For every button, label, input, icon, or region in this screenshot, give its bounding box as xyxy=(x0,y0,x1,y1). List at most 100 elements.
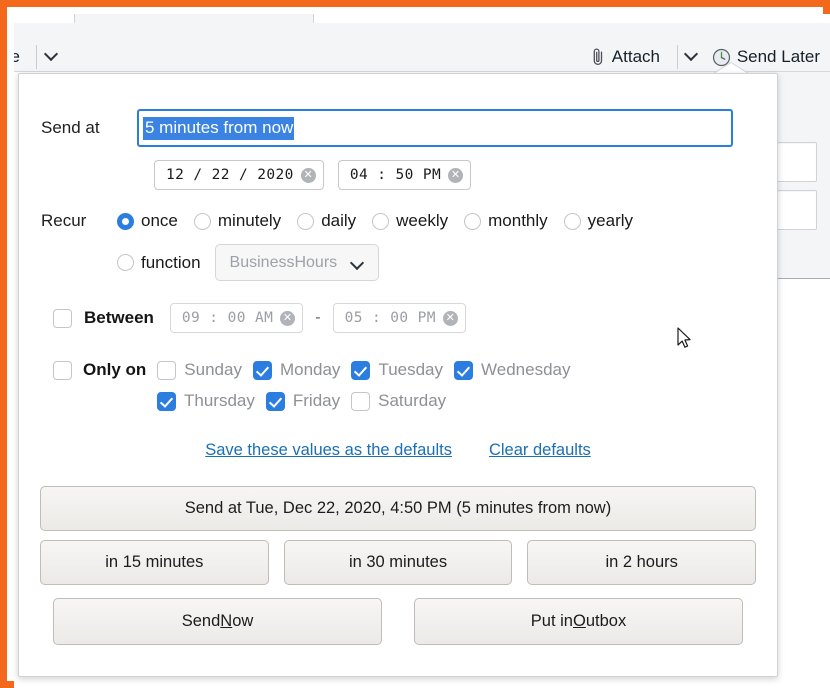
radio-label: weekly xyxy=(396,211,449,230)
send-at-main-button[interactable]: Send at Tue, Dec 22, 2020, 4:50 PM (5 mi… xyxy=(40,486,756,531)
attach-dropdown[interactable] xyxy=(685,47,698,64)
radio-label: minutely xyxy=(217,211,282,230)
radio-label: daily xyxy=(321,211,357,230)
only-on-checkbox[interactable] xyxy=(53,360,72,380)
only-on-label: Only on xyxy=(83,360,147,379)
only-on-days-second-row: Thursday Friday Saturday xyxy=(157,391,446,411)
between-row: Between 09 : 00 AM ✕ - 05 : 00 PM ✕ xyxy=(53,303,466,333)
radio-recur-once[interactable]: once xyxy=(117,211,178,231)
day-checkbox-wednesday[interactable]: Wednesday xyxy=(454,360,570,380)
day-label: Monday xyxy=(279,360,341,379)
button-label-prefix: Put in xyxy=(530,612,573,630)
button-label-suffix: utbox xyxy=(585,612,627,630)
in-30-minutes-button[interactable]: in 30 minutes xyxy=(283,540,513,585)
function-select[interactable]: BusinessHours xyxy=(214,244,380,281)
in-2-hours-button[interactable]: in 2 hours xyxy=(527,540,757,585)
radio-recur-function[interactable]: function xyxy=(117,253,201,273)
checkbox-indicator xyxy=(157,391,176,411)
checkbox-indicator xyxy=(252,360,272,380)
radio-recur-monthly[interactable]: monthly xyxy=(464,211,548,231)
day-label: Wednesday xyxy=(481,360,571,379)
send-at-date-field[interactable]: 12 / 22 / 2020 ✕ xyxy=(154,160,324,190)
radio-recur-minutely[interactable]: minutely xyxy=(193,211,282,231)
recur-radio-group: once minutely daily weekly monthly yearl… xyxy=(117,211,649,231)
send-at-date-value: 12 / 22 / 2020 xyxy=(166,167,294,183)
clear-time-icon[interactable]: ✕ xyxy=(448,167,464,183)
chevron-down-icon xyxy=(351,256,364,269)
radio-indicator xyxy=(372,212,390,230)
put-in-outbox-button[interactable]: Put in Outbox xyxy=(414,598,743,645)
function-select-value: BusinessHours xyxy=(229,253,338,271)
send-at-row: Send at 5 minutes from now xyxy=(41,109,757,147)
toolbar-separator-right xyxy=(677,45,678,69)
save-defaults-link[interactable]: Save these values as the defaults xyxy=(205,441,452,460)
radio-recur-daily[interactable]: daily xyxy=(297,211,356,231)
recur-label: Recur xyxy=(41,211,87,230)
between-to-value: 05 : 00 PM xyxy=(344,310,436,326)
checkbox-indicator xyxy=(351,360,371,380)
clear-date-icon[interactable]: ✕ xyxy=(300,167,316,183)
send-now-button[interactable]: Send Now xyxy=(53,598,382,645)
paperclip-icon xyxy=(590,47,606,67)
send-at-label: Send at xyxy=(41,118,100,137)
between-to-field[interactable]: 05 : 00 PM ✕ xyxy=(332,303,466,333)
clear-between-from-icon[interactable]: ✕ xyxy=(280,310,296,326)
day-checkbox-thursday[interactable]: Thursday xyxy=(157,391,255,411)
send-at-time-value: 04 : 50 PM xyxy=(349,167,442,183)
between-checkbox[interactable] xyxy=(53,308,72,328)
day-label: Friday xyxy=(292,391,341,410)
only-on-row: Only on Sunday Monday Tuesday Wednesday xyxy=(53,360,570,380)
clear-defaults-link[interactable]: Clear defaults xyxy=(489,441,591,460)
in-15-minutes-button[interactable]: in 15 minutes xyxy=(40,540,269,585)
send-later-popup: Send at 5 minutes from now 12 / 22 / 202… xyxy=(18,73,778,677)
button-label-accelerator: N xyxy=(220,612,233,630)
day-checkbox-friday[interactable]: Friday xyxy=(265,391,341,411)
between-from-field[interactable]: 09 : 00 AM ✕ xyxy=(169,303,304,333)
radio-recur-weekly[interactable]: weekly xyxy=(372,211,448,231)
radio-label: yearly xyxy=(587,211,634,230)
capture-frame: ve Attach xyxy=(0,0,830,688)
day-checkbox-saturday[interactable]: Saturday xyxy=(351,391,446,411)
button-label-prefix: Send xyxy=(181,612,221,630)
toolbar-separator-left xyxy=(36,45,37,69)
send-at-input[interactable]: 5 minutes from now xyxy=(137,109,733,147)
day-checkbox-monday[interactable]: Monday xyxy=(252,360,341,380)
day-checkbox-tuesday[interactable]: Tuesday xyxy=(351,360,443,380)
attach-label: Attach xyxy=(611,47,660,66)
send-at-time-field[interactable]: 04 : 50 PM ✕ xyxy=(337,160,472,190)
radio-indicator xyxy=(117,254,134,271)
radio-indicator xyxy=(464,212,482,230)
day-label: Saturday xyxy=(378,391,447,410)
quick-delay-button-row: in 15 minutes in 30 minutes in 2 hours xyxy=(40,540,757,585)
button-label: in 15 minutes xyxy=(105,553,204,571)
defaults-links-row: Save these values as the defaults Clear … xyxy=(19,441,777,460)
final-action-button-row: Send Now Put in Outbox xyxy=(53,598,743,645)
checkbox-indicator xyxy=(265,391,285,411)
button-label: in 2 hours xyxy=(605,553,678,571)
radio-label: once xyxy=(141,211,178,230)
radio-label: function xyxy=(141,252,201,272)
attach-button[interactable]: Attach xyxy=(590,47,660,67)
radio-indicator xyxy=(297,212,315,230)
radio-indicator xyxy=(563,212,581,230)
radio-indicator xyxy=(117,212,134,230)
button-label: in 30 minutes xyxy=(348,553,448,571)
between-separator: - xyxy=(315,309,321,326)
radio-recur-yearly[interactable]: yearly xyxy=(563,211,634,231)
clear-between-to-icon[interactable]: ✕ xyxy=(442,310,458,326)
button-label-suffix: ow xyxy=(232,612,254,630)
toolbar-save-label: ve xyxy=(14,47,20,66)
between-label: Between xyxy=(84,308,154,327)
checkbox-indicator xyxy=(351,391,371,411)
send-at-value: 5 minutes from now xyxy=(143,116,295,140)
day-checkbox-sunday[interactable]: Sunday xyxy=(157,360,242,380)
send-at-main-button-label: Send at Tue, Dec 22, 2020, 4:50 PM (5 mi… xyxy=(184,499,612,517)
recur-function-row: function BusinessHours xyxy=(117,244,380,281)
button-label-accelerator: O xyxy=(572,612,586,630)
send-at-datetime-row: 12 / 22 / 2020 ✕ 04 : 50 PM ✕ xyxy=(154,160,472,190)
checkbox-indicator xyxy=(454,360,474,380)
toolbar-save-dropdown[interactable] xyxy=(45,47,58,64)
compose-toolbar: ve Attach xyxy=(14,23,830,72)
radio-indicator xyxy=(193,212,211,230)
toolbar-save-button[interactable]: ve xyxy=(14,47,20,67)
